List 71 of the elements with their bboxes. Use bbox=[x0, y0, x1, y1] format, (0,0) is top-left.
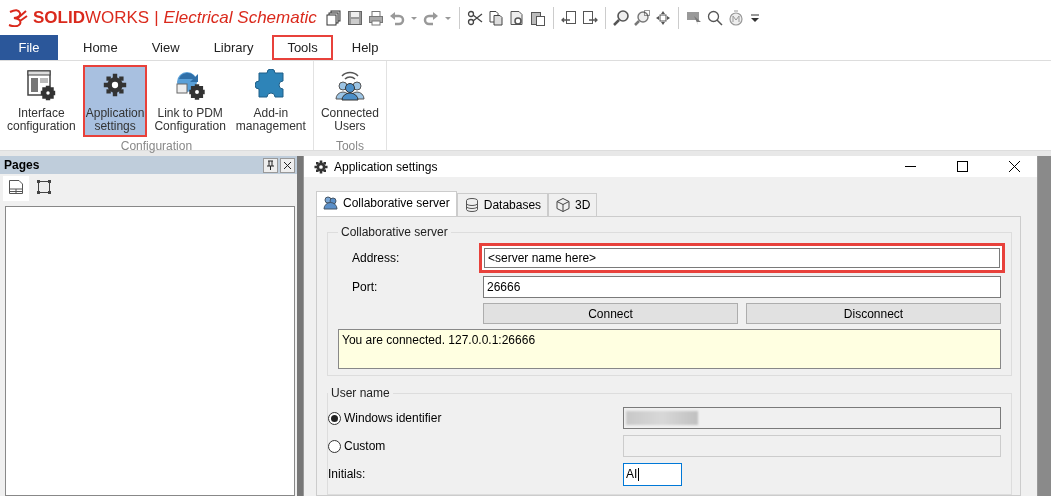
users-icon bbox=[323, 195, 339, 211]
maximize-button[interactable] bbox=[956, 161, 968, 172]
dialog-tab[interactable]: Databases bbox=[456, 193, 549, 216]
ribbon-button[interactable]: Link to PDM Configuration bbox=[151, 65, 229, 137]
ribbon-button[interactable]: Connected Users bbox=[317, 65, 382, 137]
field-label: Initials: bbox=[328, 467, 367, 481]
undo-icon[interactable] bbox=[389, 9, 405, 26]
pin-icon bbox=[266, 160, 275, 170]
field-label: Port: bbox=[351, 279, 379, 294]
pan-icon[interactable] bbox=[655, 9, 671, 26]
users-icon bbox=[333, 69, 366, 101]
dialog-button[interactable]: Disconnect bbox=[746, 303, 1001, 324]
search-icon[interactable] bbox=[707, 9, 723, 26]
window-gear-icon bbox=[25, 69, 58, 101]
status-message: You are connected. 127.0.0.1:26666 bbox=[338, 329, 1001, 369]
zoom-window-icon[interactable] bbox=[634, 9, 650, 26]
zoom-icon[interactable] bbox=[613, 9, 629, 26]
text-field[interactable]: 26666 bbox=[483, 275, 1001, 298]
option-label: Custom bbox=[344, 439, 386, 453]
copy-icon[interactable] bbox=[488, 9, 504, 26]
dialog-tab[interactable]: Collaborative server bbox=[316, 191, 457, 216]
pane-title: Pages bbox=[4, 158, 41, 172]
dialog-title: Application settings bbox=[334, 159, 439, 174]
group-legend: User name bbox=[328, 386, 393, 400]
initials-field[interactable]: AI bbox=[623, 462, 682, 486]
pane-tab[interactable] bbox=[3, 176, 29, 201]
medal-icon[interactable] bbox=[728, 9, 744, 26]
brand-separator: | bbox=[154, 7, 159, 28]
text-field[interactable] bbox=[623, 407, 1001, 429]
redo-icon[interactable] bbox=[423, 9, 439, 26]
document-gear-icon[interactable] bbox=[509, 9, 525, 26]
close-icon bbox=[283, 160, 292, 170]
database-icon bbox=[463, 197, 480, 213]
import-icon[interactable] bbox=[561, 9, 577, 26]
text-field[interactable]: <server name here> bbox=[479, 242, 1005, 273]
close-button[interactable] bbox=[280, 157, 295, 173]
gear-icon bbox=[314, 159, 328, 174]
menu-tab[interactable]: View bbox=[136, 35, 195, 60]
redacted-text bbox=[626, 411, 698, 425]
print-icon[interactable] bbox=[368, 9, 384, 26]
group-legend: Collaborative server bbox=[338, 225, 451, 239]
scissors-icon[interactable] bbox=[467, 9, 483, 26]
ribbon-button[interactable]: Interface configuration bbox=[4, 65, 79, 137]
group-label: Configuration bbox=[119, 138, 194, 155]
cube-icon bbox=[555, 197, 572, 213]
menu-tab[interactable]: Help bbox=[336, 35, 394, 60]
menu-tab[interactable]: Tools bbox=[272, 35, 333, 60]
radio-button[interactable] bbox=[328, 411, 341, 425]
dialog-button[interactable]: Connect bbox=[483, 303, 738, 324]
page-layout-icon bbox=[8, 179, 24, 195]
brand-name: SOLIDWORKS bbox=[33, 7, 150, 28]
ribbon-button[interactable]: Application settings bbox=[82, 65, 148, 137]
field-label: Address: bbox=[351, 250, 401, 265]
export-icon[interactable] bbox=[582, 9, 598, 26]
dialog-tab[interactable]: 3D bbox=[548, 193, 598, 216]
puzzle-icon bbox=[254, 69, 287, 101]
sync-gear-icon bbox=[174, 69, 207, 101]
product-name: Electrical Schematic bbox=[163, 7, 317, 28]
file-menu-button[interactable]: File bbox=[0, 35, 58, 60]
close-button[interactable] bbox=[1008, 161, 1020, 172]
pin-button[interactable] bbox=[263, 157, 278, 173]
ribbon-button[interactable]: Add-in management bbox=[232, 65, 309, 137]
menu-tab[interactable]: Home bbox=[68, 35, 133, 60]
option-label: Windows identifier bbox=[344, 411, 442, 425]
paste-icon[interactable] bbox=[530, 9, 546, 26]
group-label: Tools bbox=[334, 138, 365, 155]
frame-icon bbox=[36, 179, 52, 195]
documents-icon[interactable] bbox=[326, 9, 342, 26]
logo-icon bbox=[8, 8, 28, 27]
save-icon[interactable] bbox=[347, 9, 363, 26]
menu-tab[interactable]: Library bbox=[198, 35, 269, 60]
